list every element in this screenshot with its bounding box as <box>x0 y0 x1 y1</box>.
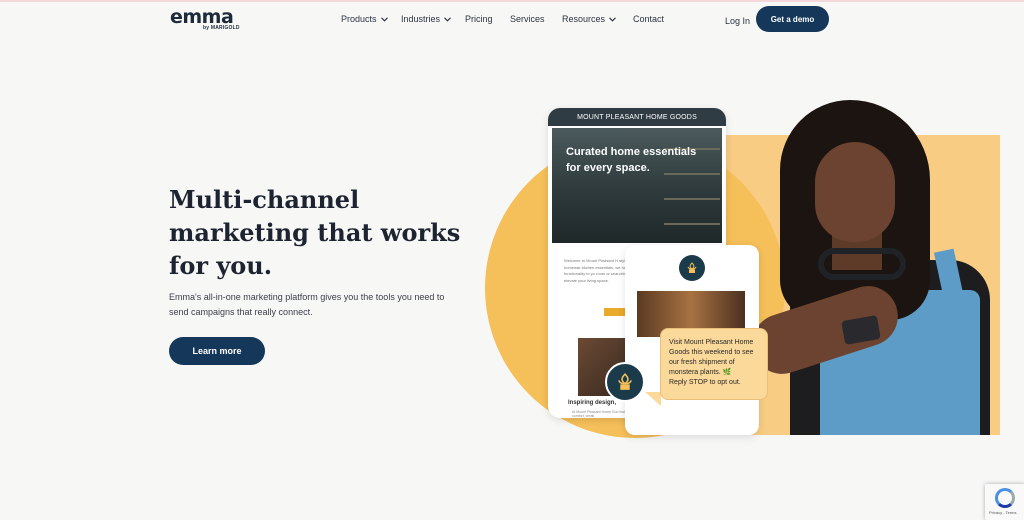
chevron-down-icon <box>444 14 451 24</box>
learn-more-button[interactable]: Learn more <box>169 337 265 365</box>
hero-subtitle-line: send campaigns that really connect. <box>169 307 313 317</box>
hero-subtitle: Emma's all-in-one marketing platform giv… <box>169 290 459 320</box>
bubble-line: Goods this weekend to see <box>669 349 754 356</box>
bubble-line: Visit Mount Pleasant Home <box>669 339 754 346</box>
site-header: emma by MARIGOLD Products Industries Pri… <box>0 2 1024 38</box>
sms-message-bubble: Visit Mount Pleasant Home Goods this wee… <box>660 328 768 400</box>
shelf-line <box>664 223 720 225</box>
hero-subtitle-line: Emma's all-in-one marketing platform giv… <box>169 292 445 302</box>
recaptcha-links[interactable]: Privacy - Terms <box>989 510 1016 515</box>
email-section-heading: Inspiring design, <box>568 400 617 406</box>
chevron-down-icon <box>609 14 616 24</box>
login-link[interactable]: Log In <box>725 16 750 26</box>
email-hero-line: Curated home essentials <box>566 146 697 158</box>
headphones-icon <box>818 248 906 280</box>
shelf-line <box>664 198 720 200</box>
nav-item-label: Contact <box>633 14 665 24</box>
nav-item-products[interactable]: Products <box>341 14 388 24</box>
person-image <box>740 100 1000 435</box>
hero-illustration: MOUNT PLEASANT HOME GOODS Curated home e… <box>485 100 1000 440</box>
logo-byline: by MARIGOLD <box>203 25 240 31</box>
nav-item-label: Pricing <box>465 14 493 24</box>
bubble-line: our fresh shipment of <box>669 359 735 366</box>
person-face <box>815 142 895 242</box>
email-header: MOUNT PLEASANT HOME GOODS <box>548 108 726 126</box>
nav-item-label: Services <box>510 14 545 24</box>
nav-item-industries[interactable]: Industries <box>401 14 451 24</box>
hero-title-line: marketing that works <box>169 218 461 247</box>
nav-item-label: Industries <box>401 14 441 24</box>
email-body-text-2: At Mount Pleasant Home Goo fosters comfo… <box>572 410 630 418</box>
chevron-down-icon <box>380 14 388 24</box>
plant-logo-icon <box>679 255 705 281</box>
get-demo-button[interactable]: Get a demo <box>756 6 829 32</box>
email-hero-line: for every space. <box>566 162 650 174</box>
nav-item-pricing[interactable]: Pricing <box>465 14 493 24</box>
nav-item-label: Resources <box>562 14 606 24</box>
bubble-line: monstera plants. 🌿 <box>669 369 732 376</box>
nav-item-services[interactable]: Services <box>510 14 545 24</box>
hero-title: Multi-channel marketing that works for y… <box>169 183 469 282</box>
bubble-tail <box>645 392 661 406</box>
recaptcha-icon <box>995 488 1015 508</box>
emma-logo[interactable]: emma by MARIGOLD <box>170 6 242 32</box>
recaptcha-badge[interactable]: Privacy - Terms <box>985 484 1024 520</box>
bubble-line: Reply STOP to opt out. <box>669 379 741 386</box>
hero-title-line: for you. <box>169 251 273 280</box>
email-hero-image: Curated home essentials for every space. <box>552 128 722 243</box>
nav-item-label: Products <box>341 14 377 24</box>
plant-logo-icon <box>605 362 645 402</box>
email-hero-text: Curated home essentials for every space. <box>566 144 716 176</box>
nav-item-resources[interactable]: Resources <box>562 14 616 24</box>
hero-title-line: Multi-channel <box>169 185 360 214</box>
nav-item-contact[interactable]: Contact <box>633 14 664 24</box>
